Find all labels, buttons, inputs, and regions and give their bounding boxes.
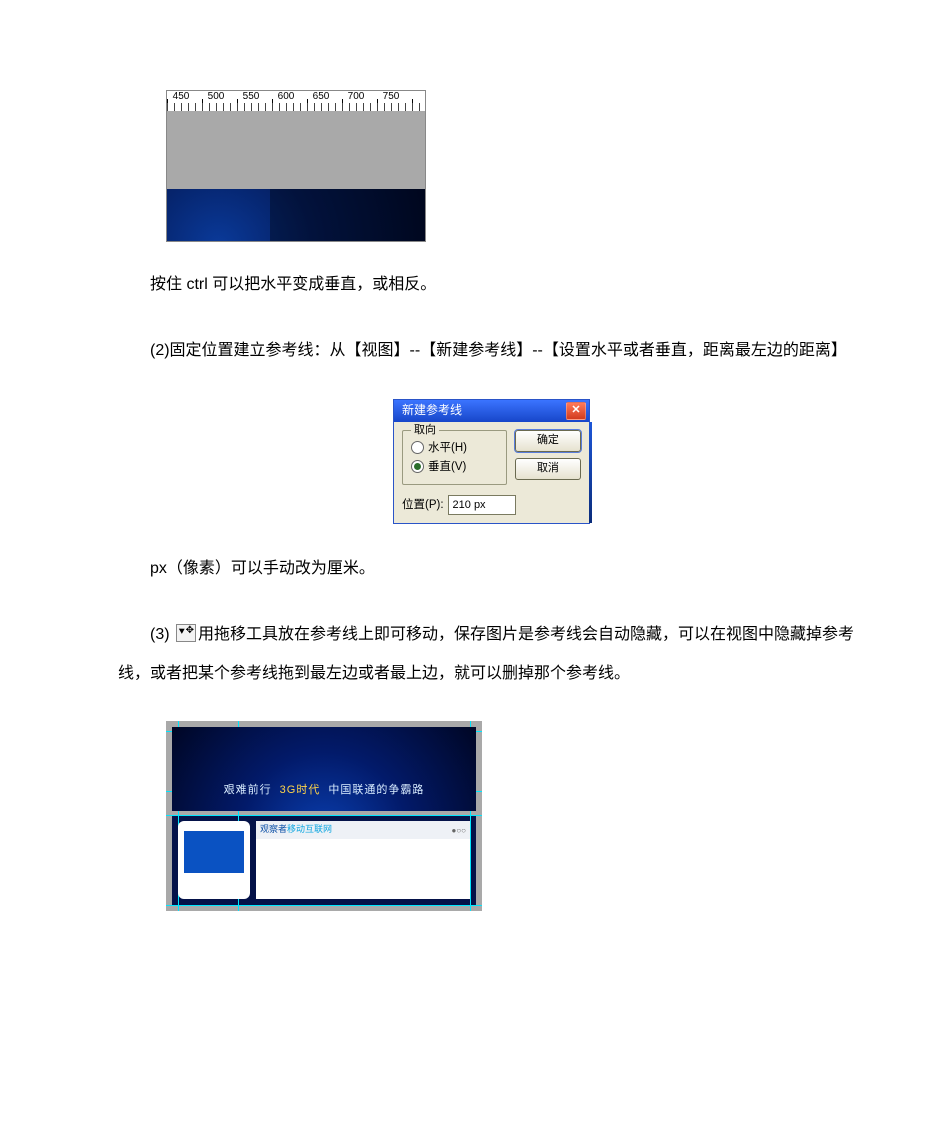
paragraph: (3) 用拖移工具放在参考线上即可移动，保存图片是参考线会自动隐藏，可以在视图中… (118, 616, 865, 693)
panel-badge: ●○○ (452, 821, 467, 840)
orientation-group: 取向 水平(H) 垂直(V) (402, 430, 507, 485)
paragraph: (2)固定位置建立参考线：从【视图】--【新建参考线】--【设置水平或者垂直，距… (118, 332, 865, 370)
banner-panel: 观察者移动互联网 ●○○ (256, 821, 470, 899)
radio-vertical[interactable]: 垂直(V) (411, 459, 498, 475)
logo-text: 移动互联网 (287, 824, 332, 834)
headline-part: 中国联通的争霸路 (328, 784, 424, 796)
ruler-label: 550 (243, 91, 260, 103)
radio-label: 垂直(V) (428, 459, 466, 475)
move-tool-icon (176, 624, 196, 642)
ruler-label: 700 (348, 91, 365, 103)
document-page: 450 500 550 600 650 700 750 按住 ctrl 可以把水… (0, 0, 945, 1123)
panel-body (256, 839, 470, 899)
ok-button[interactable]: 确定 (515, 430, 581, 452)
banner-bottom: 观察者移动互联网 ●○○ (172, 815, 476, 905)
position-row: 位置(P): 210 px (394, 495, 589, 523)
position-label: 位置(P): (402, 497, 444, 513)
paragraph: 按住 ctrl 可以把水平变成垂直，或相反。 (118, 266, 865, 304)
ruler-label: 600 (278, 91, 295, 103)
dialog-body: 取向 水平(H) 垂直(V) 确定 取消 (394, 422, 589, 495)
ruler-label: 500 (208, 91, 225, 103)
position-input[interactable]: 210 px (448, 495, 516, 515)
group-legend: 取向 (411, 423, 439, 438)
ruler-label: 750 (383, 91, 400, 103)
guide-line (166, 905, 482, 906)
ruler-label: 650 (313, 91, 330, 103)
canvas-image-band (167, 189, 425, 241)
radio-label: 水平(H) (428, 440, 467, 456)
logo-text: 观察者 (260, 824, 287, 834)
banner-headline: 艰难前行 3G时代 中国联通的争霸路 (172, 777, 476, 803)
paragraph: px（像素）可以手动改为厘米。 (118, 550, 865, 588)
dialog-buttons: 确定 取消 (515, 430, 581, 485)
guide-line (166, 815, 482, 816)
panel-header: 观察者移动互联网 ●○○ (256, 821, 470, 839)
dialog-edge (589, 422, 592, 523)
panel-logo: 观察者移动互联网 (260, 819, 332, 841)
close-icon[interactable]: ✕ (566, 402, 586, 420)
cancel-button[interactable]: 取消 (515, 458, 581, 480)
banner-top: 艰难前行 3G时代 中国联通的争霸路 (172, 727, 476, 811)
headline-part: 3G时代 (280, 784, 321, 796)
figure-banner-screenshot: 艰难前行 3G时代 中国联通的争霸路 观察者移动互联网 ●○○ (166, 721, 482, 911)
phone-icon (178, 821, 250, 899)
ruler-label: 450 (173, 91, 190, 103)
paragraph-rest: 用拖移工具放在参考线上即可移动，保存图片是参考线会自动隐藏，可以在视图中隐藏掉参… (118, 626, 854, 681)
figure-ruler-screenshot: 450 500 550 600 650 700 750 (166, 90, 426, 242)
radio-icon (411, 460, 424, 473)
ruler: 450 500 550 600 650 700 750 (167, 91, 425, 111)
headline-part: 艰难前行 (224, 784, 272, 796)
radio-icon (411, 441, 424, 454)
radio-horizontal[interactable]: 水平(H) (411, 440, 498, 456)
figure-new-guide-dialog: 新建参考线 ✕ 取向 水平(H) 垂直(V) 确定 取消 位置(P): (393, 399, 590, 524)
dialog-title: 新建参考线 (402, 402, 462, 419)
dialog-titlebar: 新建参考线 ✕ (394, 400, 589, 422)
canvas-gray-area (167, 111, 425, 189)
